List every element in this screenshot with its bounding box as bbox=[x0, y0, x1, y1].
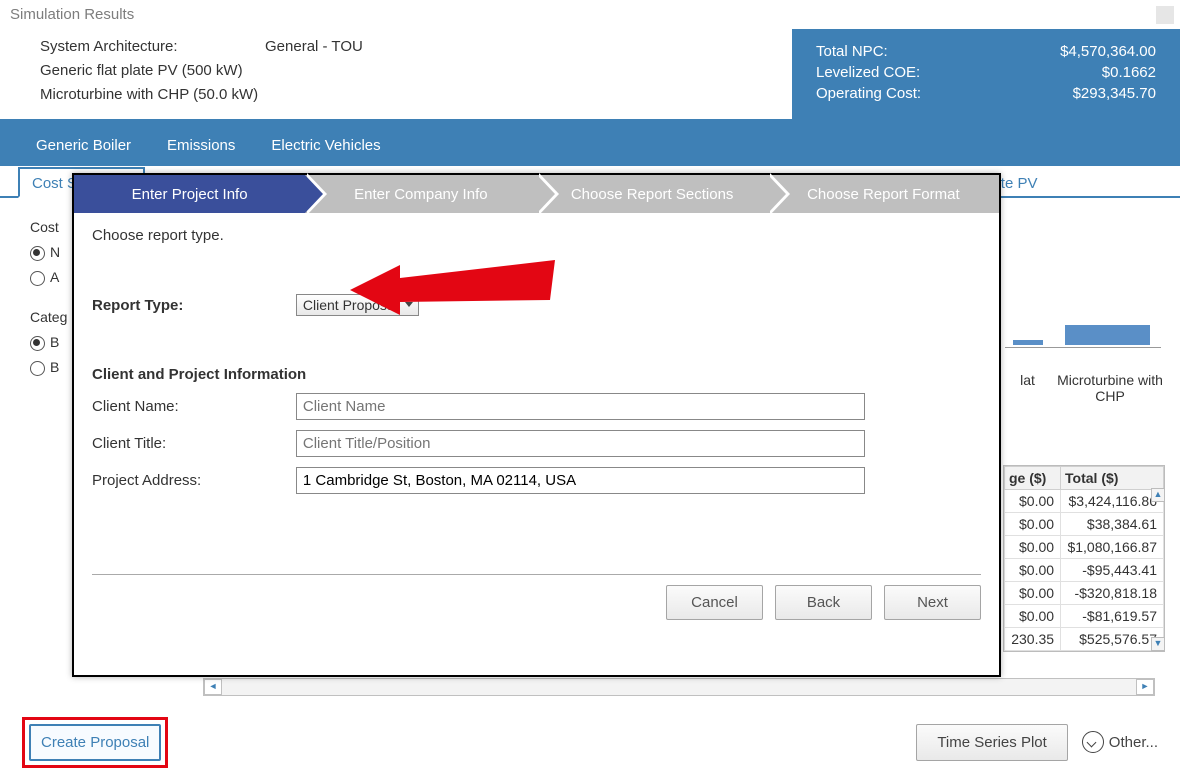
architecture-box: System Architecture:General - TOU Generi… bbox=[0, 29, 792, 119]
radio-n[interactable] bbox=[30, 246, 45, 261]
table-row[interactable]: $0.00$1,080,166.87 bbox=[1005, 536, 1164, 559]
radio-a[interactable] bbox=[30, 271, 45, 286]
op-value: $293,345.70 bbox=[1073, 85, 1156, 102]
project-address-field[interactable] bbox=[296, 467, 865, 494]
wizard-prompt: Choose report type. bbox=[92, 227, 981, 244]
client-title-label: Client Title: bbox=[92, 435, 292, 452]
radio-b1-label: B bbox=[50, 334, 59, 350]
left-controls: Cost N A Categ B B bbox=[30, 215, 67, 380]
scroll-left-icon[interactable]: ◄ bbox=[204, 679, 222, 695]
table-row[interactable]: $0.00-$81,619.57 bbox=[1005, 605, 1164, 628]
radio-b1[interactable] bbox=[30, 336, 45, 351]
arch-value: General - TOU bbox=[265, 38, 363, 55]
project-address-label: Project Address: bbox=[92, 472, 292, 489]
scroll-track[interactable] bbox=[222, 679, 1136, 695]
col-header[interactable]: ge ($) bbox=[1005, 467, 1061, 490]
table-row[interactable]: $0.00$3,424,116.86 bbox=[1005, 490, 1164, 513]
chevron-down-icon bbox=[1082, 731, 1104, 753]
scroll-right-icon[interactable]: ► bbox=[1136, 679, 1154, 695]
report-wizard-dialog: Enter Project Info Enter Company Info Ch… bbox=[72, 173, 1001, 677]
radio-b2[interactable] bbox=[30, 361, 45, 376]
client-title-field[interactable] bbox=[296, 430, 865, 457]
chart-fragment: lat Microturbine with CHP bbox=[1005, 310, 1165, 410]
step-project-info[interactable]: Enter Project Info bbox=[74, 175, 305, 213]
summary-bar: System Architecture:General - TOU Generi… bbox=[0, 29, 1180, 119]
report-type-label: Report Type: bbox=[92, 297, 292, 314]
client-name-field[interactable] bbox=[296, 393, 865, 420]
table-row[interactable]: $0.00$38,384.61 bbox=[1005, 513, 1164, 536]
arch-line2: Generic flat plate PV (500 kW) bbox=[40, 59, 792, 83]
cancel-button[interactable]: Cancel bbox=[666, 585, 763, 620]
step-sections[interactable]: Choose Report Sections bbox=[537, 175, 768, 213]
table-row[interactable]: $0.00-$320,818.18 bbox=[1005, 582, 1164, 605]
chart-cat: lat bbox=[1005, 372, 1050, 388]
wizard-steps: Enter Project Info Enter Company Info Ch… bbox=[74, 175, 999, 213]
nav-tab[interactable]: Emissions bbox=[149, 137, 253, 166]
col-header[interactable]: Total ($) bbox=[1061, 467, 1164, 490]
metrics-box: Total NPC: $4,570,364.00 Levelized COE: $0… bbox=[792, 29, 1180, 119]
table-row[interactable]: $0.00-$95,443.41 bbox=[1005, 559, 1164, 582]
other-label: Other... bbox=[1109, 734, 1158, 751]
radio-a-label: A bbox=[50, 269, 59, 285]
npc-label: Total NPC: bbox=[816, 43, 888, 60]
nav-tab[interactable]: Electric Vehicles bbox=[253, 137, 398, 166]
nav-tab-strip: Generic Boiler Emissions Electric Vehicl… bbox=[0, 119, 1180, 166]
horizontal-scrollbar[interactable]: ◄ ► bbox=[203, 678, 1155, 696]
radio-n-label: N bbox=[50, 244, 60, 260]
create-proposal-button[interactable]: Create Proposal bbox=[29, 724, 161, 761]
other-dropdown[interactable]: Other... bbox=[1082, 731, 1158, 753]
create-proposal-highlight: Create Proposal bbox=[22, 717, 168, 768]
section-heading: Client and Project Information bbox=[92, 366, 981, 383]
scroll-up-icon[interactable]: ▲ bbox=[1151, 488, 1165, 502]
lcoe-value: $0.1662 bbox=[1102, 64, 1156, 81]
close-icon[interactable] bbox=[1156, 6, 1174, 24]
table-row[interactable]: 230.35$525,576.57 bbox=[1005, 628, 1164, 651]
chart-cat: Microturbine with CHP bbox=[1055, 372, 1165, 404]
table-fragment: ge ($)Total ($) $0.00$3,424,116.86 $0.00… bbox=[1003, 465, 1165, 652]
nav-tab[interactable]: Generic Boiler bbox=[18, 137, 149, 166]
footer: Create Proposal Time Series Plot Other..… bbox=[0, 711, 1180, 773]
red-arrow-annotation bbox=[350, 260, 560, 323]
window-title: Simulation Results bbox=[0, 0, 1180, 29]
next-button[interactable]: Next bbox=[884, 585, 981, 620]
back-button[interactable]: Back bbox=[775, 585, 872, 620]
lcoe-label: Levelized COE: bbox=[816, 64, 920, 81]
bar bbox=[1065, 325, 1150, 345]
cost-label: Cost bbox=[30, 215, 67, 240]
tab-utility[interactable]: Utility bbox=[1051, 169, 1110, 198]
client-name-label: Client Name: bbox=[92, 398, 292, 415]
radio-b2-label: B bbox=[50, 359, 59, 375]
categ-label: Categ bbox=[30, 305, 67, 330]
time-series-plot-button[interactable]: Time Series Plot bbox=[916, 724, 1067, 761]
scroll-down-icon[interactable]: ▼ bbox=[1151, 637, 1165, 651]
arch-heading: System Architecture: bbox=[40, 35, 265, 59]
bar bbox=[1013, 340, 1043, 345]
op-label: Operating Cost: bbox=[816, 85, 921, 102]
step-company-info[interactable]: Enter Company Info bbox=[305, 175, 536, 213]
step-format[interactable]: Choose Report Format bbox=[768, 175, 999, 213]
arch-line3: Microturbine with CHP (50.0 kW) bbox=[40, 83, 792, 107]
npc-value: $4,570,364.00 bbox=[1060, 43, 1156, 60]
